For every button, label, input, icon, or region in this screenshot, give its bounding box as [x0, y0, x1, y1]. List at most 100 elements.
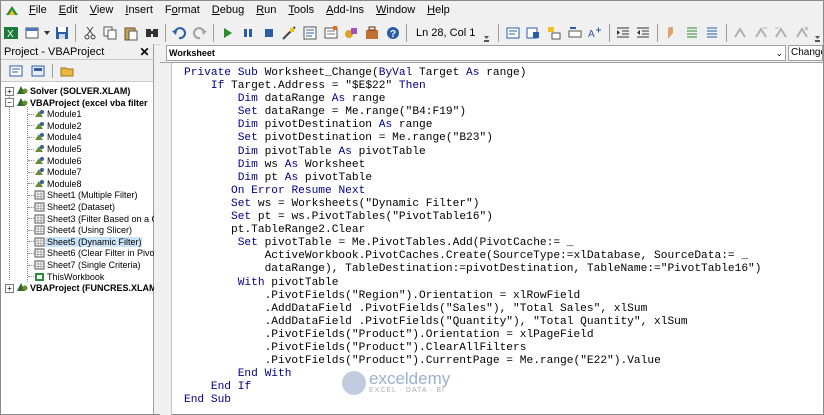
- code-line[interactable]: dataRange), TableDestination:=pivotDesti…: [184, 263, 762, 276]
- find-icon[interactable]: [142, 23, 161, 43]
- insert-module-icon[interactable]: [23, 23, 42, 43]
- close-icon[interactable]: ✕: [138, 45, 151, 58]
- tree-item[interactable]: Module6: [28, 155, 82, 167]
- code-line[interactable]: Set pivotTable = Me.PivotTables.Add(Pivo…: [184, 237, 761, 250]
- project-explorer-icon[interactable]: [301, 23, 320, 43]
- code-line[interactable]: .AddDataField .PivotFields("Quantity"), …: [184, 316, 761, 329]
- view-object-icon[interactable]: [28, 61, 48, 81]
- tree-item[interactable]: Module8: [28, 178, 82, 190]
- vbe-icon[interactable]: [1, 1, 23, 20]
- comment-block-icon[interactable]: [682, 23, 701, 43]
- code-line[interactable]: Private Sub Worksheet_Change(ByVal Targe…: [184, 67, 761, 80]
- object-dropdown[interactable]: Worksheet ⌄: [166, 45, 786, 61]
- toggle-bookmark-icon[interactable]: [731, 23, 750, 43]
- menu-insert[interactable]: Insert: [119, 1, 159, 20]
- collapse-icon[interactable]: −: [5, 98, 14, 108]
- tree-item[interactable]: Module2: [28, 120, 82, 132]
- code-line[interactable]: Dim dataRange As range: [184, 93, 761, 106]
- code-line[interactable]: End If: [184, 381, 761, 394]
- tree-item[interactable]: Sheet5 (Dynamic Filter): [28, 236, 142, 248]
- procedure-dropdown[interactable]: Change: [788, 45, 823, 61]
- tree-item[interactable]: ThisWorkbook: [28, 271, 104, 283]
- tree-item[interactable]: Sheet3 (Filter Based on a Cel: [28, 213, 154, 225]
- properties-window-icon[interactable]: [321, 23, 340, 43]
- menu-debug[interactable]: Debug: [206, 1, 250, 20]
- code-line[interactable]: Set ws = Worksheets("Dynamic Filter"): [184, 198, 761, 211]
- expand-icon[interactable]: +: [5, 86, 14, 96]
- tree-item[interactable]: Sheet6 (Clear Filter in Pivot T: [28, 247, 154, 259]
- redo-icon[interactable]: [191, 23, 210, 43]
- menu-edit[interactable]: Edit: [53, 1, 84, 20]
- code-line[interactable]: If Target.Address = "$E$22" Then: [184, 80, 761, 93]
- code-line[interactable]: ActiveWorkbook.PivotCaches.Create(Source…: [184, 250, 761, 263]
- tree-item[interactable]: Module1: [28, 108, 82, 120]
- code-line[interactable]: With pivotTable: [184, 277, 761, 290]
- toolbox-icon[interactable]: [363, 23, 382, 43]
- indent-icon[interactable]: [614, 23, 633, 43]
- menu-file[interactable]: File: [23, 1, 53, 20]
- complete-word-icon[interactable]: A: [586, 23, 605, 43]
- help-icon[interactable]: ?: [383, 23, 402, 43]
- view-excel-icon[interactable]: X: [2, 23, 21, 43]
- paste-icon[interactable]: [122, 23, 141, 43]
- code-line[interactable]: Set pivotDestination = Me.range("B23"): [184, 132, 761, 145]
- parameter-info-icon[interactable]: [565, 23, 584, 43]
- code-line[interactable]: Set pt = ws.PivotTables("PivotTable16"): [184, 211, 761, 224]
- tree-item[interactable]: Sheet4 (Using Slicer): [28, 224, 132, 236]
- reset-icon[interactable]: [259, 23, 278, 43]
- chevron-down-icon[interactable]: ⌄: [775, 46, 783, 60]
- code-editor[interactable]: Private Sub Worksheet_Change(ByVal Targe…: [160, 62, 823, 415]
- uncomment-block-icon[interactable]: [703, 23, 722, 43]
- code-line[interactable]: End With: [184, 368, 761, 381]
- project-node[interactable]: + Solver (SOLVER.XLAM): [5, 85, 130, 97]
- next-bookmark-icon[interactable]: [751, 23, 770, 43]
- code-line[interactable]: Dim ws As Worksheet: [184, 159, 761, 172]
- quick-info-icon[interactable]: [545, 23, 564, 43]
- break-icon[interactable]: [239, 23, 258, 43]
- code-line[interactable]: .AddDataField .PivotFields("Sales"), "To…: [184, 303, 761, 316]
- tree-item[interactable]: Sheet1 (Multiple Filter): [28, 189, 138, 201]
- menu-window[interactable]: Window: [370, 1, 421, 20]
- tree-item[interactable]: Sheet2 (Dataset): [28, 201, 115, 213]
- project-node[interactable]: + VBAProject (FUNCRES.XLAM): [5, 282, 154, 294]
- code-text[interactable]: Private Sub Worksheet_Change(ByVal Targe…: [184, 67, 761, 407]
- toolbar-grip-icon[interactable]: [484, 24, 490, 42]
- tree-item[interactable]: Module4: [28, 131, 82, 143]
- tree-item[interactable]: Module5: [28, 143, 82, 155]
- code-line[interactable]: .PivotFields("Product").Orientation = xl…: [184, 329, 761, 342]
- list-properties-icon[interactable]: [503, 23, 522, 43]
- outdent-icon[interactable]: [634, 23, 653, 43]
- toolbar-grip-icon[interactable]: [815, 24, 821, 42]
- run-icon[interactable]: [218, 23, 237, 43]
- code-line[interactable]: Dim pivotTable As pivotTable: [184, 146, 761, 159]
- code-line[interactable]: End Sub: [184, 394, 761, 407]
- cut-icon[interactable]: [80, 23, 99, 43]
- menu-tools[interactable]: Tools: [282, 1, 320, 20]
- tree-item[interactable]: Module7: [28, 166, 82, 178]
- project-node[interactable]: − VBAProject (excel vba filter: [5, 97, 148, 109]
- tree-item[interactable]: Sheet7 (Single Criteria): [28, 259, 141, 271]
- menu-help[interactable]: Help: [421, 1, 456, 20]
- expand-icon[interactable]: +: [5, 283, 14, 293]
- menu-addins[interactable]: Add-Ins: [320, 1, 370, 20]
- code-line[interactable]: On Error Resume Next: [184, 185, 761, 198]
- view-code-icon[interactable]: [6, 61, 26, 81]
- save-icon[interactable]: [53, 23, 72, 43]
- menu-view[interactable]: View: [84, 1, 120, 20]
- code-line[interactable]: .PivotFields("Region").Orientation = xlR…: [184, 290, 761, 303]
- previous-bookmark-icon[interactable]: [772, 23, 791, 43]
- dropdown-arrow-icon[interactable]: [43, 23, 51, 43]
- design-mode-icon[interactable]: [280, 23, 299, 43]
- code-line[interactable]: .PivotFields("Product").CurrentPage = Me…: [184, 355, 761, 368]
- toggle-breakpoint-icon[interactable]: [662, 23, 681, 43]
- code-line[interactable]: Dim pt As pivotTable: [184, 172, 761, 185]
- list-constants-icon[interactable]: [524, 23, 543, 43]
- code-line[interactable]: pt.TableRange2.Clear: [184, 224, 761, 237]
- copy-icon[interactable]: [101, 23, 120, 43]
- toggle-folders-icon[interactable]: [57, 61, 77, 81]
- clear-bookmarks-icon[interactable]: [793, 23, 812, 43]
- object-browser-icon[interactable]: [342, 23, 361, 43]
- code-line[interactable]: Set dataRange = Me.range("B4:F19"): [184, 106, 761, 119]
- undo-icon[interactable]: [170, 23, 189, 43]
- menu-run[interactable]: Run: [250, 1, 282, 20]
